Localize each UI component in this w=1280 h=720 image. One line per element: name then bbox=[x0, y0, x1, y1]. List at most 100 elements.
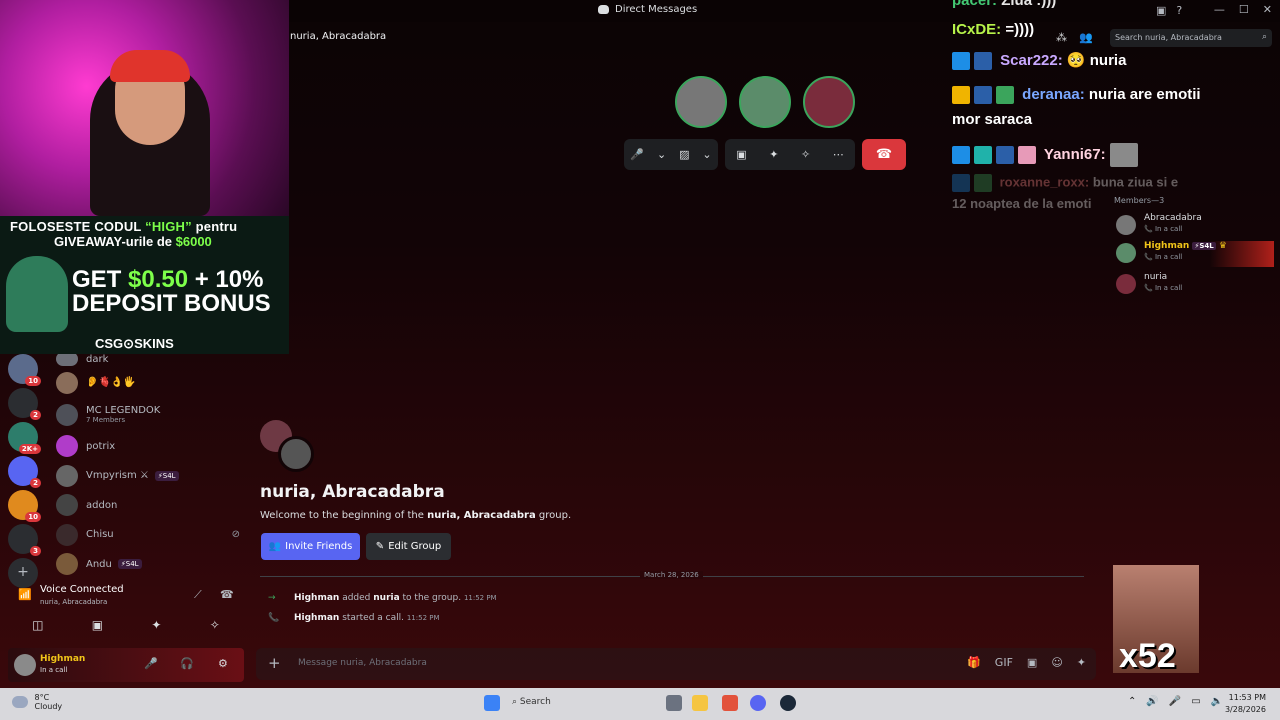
chat-line: roxanne_roxx: buna ziua si e bbox=[952, 174, 1178, 192]
settings-gear-icon[interactable]: ⚙ bbox=[218, 657, 228, 670]
member-item[interactable]: Highman ⚡S4L ♛ 📞 In a call bbox=[1114, 241, 1274, 267]
maximize-button[interactable]: ☐ bbox=[1239, 3, 1249, 16]
taskbar-search[interactable]: ⌕ Search bbox=[512, 697, 551, 707]
message-input[interactable]: Message nuria, Abracadabra bbox=[298, 658, 427, 668]
dm-item[interactable]: 👂🫀👌🖐 bbox=[56, 368, 246, 398]
participant-avatar-highman[interactable] bbox=[739, 76, 791, 128]
message-composer[interactable]: + Message nuria, Abracadabra 🎁 GIF ▣ ☺ ✦ bbox=[256, 648, 1096, 680]
show-hidden-icons-icon[interactable]: ⌃ bbox=[1128, 696, 1136, 707]
gif-icon[interactable]: GIF bbox=[995, 656, 1013, 669]
message-actor[interactable]: Highman bbox=[294, 593, 339, 603]
camera-off-icon[interactable]: ▨ bbox=[679, 148, 689, 161]
camera-options-chevron-icon[interactable]: ⌄ bbox=[702, 148, 711, 161]
call-actions: ▣ ✦ ✧ ⋯ bbox=[725, 139, 855, 170]
soundboard-icon[interactable]: ✧ bbox=[210, 618, 220, 632]
participant-avatar-abracadabra[interactable] bbox=[675, 76, 727, 128]
server-badge: 2 bbox=[30, 478, 41, 488]
member-name: Highman ⚡S4L ♛ bbox=[1144, 241, 1227, 251]
apps-icon[interactable]: ✦ bbox=[1077, 656, 1086, 669]
weather-widget[interactable]: 8°C Cloudy bbox=[12, 693, 62, 711]
invite-friends-button[interactable]: 👥 Invite Friends bbox=[261, 533, 360, 560]
dm-item[interactable]: Chisu ⊘ bbox=[56, 520, 246, 550]
speaker-icon[interactable]: 🔈 bbox=[1211, 696, 1223, 707]
activities-icon[interactable]: ✦ bbox=[151, 618, 161, 632]
server-icon[interactable]: 10 bbox=[8, 490, 41, 522]
divider-date: March 28, 2026 bbox=[640, 571, 703, 579]
avatar bbox=[1116, 274, 1136, 294]
inbox-icon[interactable]: ▣ bbox=[1156, 4, 1166, 17]
avatar bbox=[56, 553, 78, 576]
members-icon[interactable]: 👥 bbox=[1079, 31, 1093, 44]
avatar[interactable] bbox=[14, 654, 36, 676]
mic-options-chevron-icon[interactable]: ⌄ bbox=[657, 148, 666, 161]
camera-icon[interactable]: ◫ bbox=[32, 618, 43, 632]
member-tag: ⚡S4L bbox=[1192, 242, 1216, 250]
user-panel: Highman In a call 🎤 🎧 ⚙ bbox=[8, 648, 244, 682]
disconnect-icon[interactable]: ☎ bbox=[220, 588, 234, 601]
screen-share-icon[interactable]: ▣ bbox=[92, 618, 103, 632]
window-controls: — ☐ ✕ bbox=[1214, 3, 1272, 16]
chat-line: pacer: Ziua :))) bbox=[952, 0, 1056, 9]
minimize-button[interactable]: — bbox=[1214, 3, 1225, 16]
participant-avatar-nuria[interactable] bbox=[803, 76, 855, 128]
search-placeholder: Search nuria, Abracadabra bbox=[1115, 33, 1222, 42]
dm-name-block: MC LEGENDOK 7 Members bbox=[86, 405, 160, 424]
server-icon[interactable]: 2 bbox=[8, 456, 41, 488]
server-icon[interactable]: 3 bbox=[8, 524, 41, 556]
mic-icon[interactable]: 🎤 bbox=[144, 657, 158, 670]
message-text: started a call. bbox=[339, 613, 404, 623]
steam-icon[interactable] bbox=[780, 695, 796, 711]
message-actor[interactable]: Highman bbox=[294, 613, 339, 623]
add-friend-icon: 👥 bbox=[268, 541, 282, 552]
disconnect-call-button[interactable]: ☎ bbox=[862, 139, 906, 170]
dm-tag: ⚡S4L bbox=[117, 559, 142, 570]
brave-browser-icon[interactable] bbox=[722, 695, 738, 711]
members-header: Members—3 bbox=[1114, 196, 1165, 205]
file-explorer-icon[interactable] bbox=[692, 695, 708, 711]
taskbar-clock[interactable]: 11:53 PM 3/28/2026 bbox=[1225, 692, 1266, 716]
help-icon[interactable]: ? bbox=[1176, 4, 1182, 17]
server-icon[interactable]: 2 bbox=[8, 388, 41, 420]
search-input[interactable]: Search nuria, Abracadabra ⌕ bbox=[1110, 29, 1272, 47]
noise-suppression-icon[interactable]: ⟋ bbox=[194, 588, 202, 602]
soundboard-icon[interactable]: ✧ bbox=[801, 148, 810, 161]
microphone-icon[interactable]: 🎤 bbox=[1169, 696, 1181, 707]
chat-message: nuria are emotii bbox=[1088, 86, 1201, 103]
dm-item[interactable]: MC LEGENDOK 7 Members bbox=[56, 398, 246, 432]
start-icon[interactable] bbox=[484, 695, 500, 711]
emoji-icon[interactable]: ☺ bbox=[1051, 656, 1062, 669]
gift-icon[interactable]: 🎁 bbox=[967, 656, 981, 669]
display-icon[interactable]: ▭ bbox=[1191, 696, 1200, 707]
server-badge: 10 bbox=[25, 376, 41, 386]
add-member-icon[interactable]: ⁂ bbox=[1056, 31, 1067, 44]
server-icon[interactable]: 10 bbox=[8, 354, 41, 386]
system-message: → Highman added nuria to the group. 11:52… bbox=[268, 593, 497, 603]
avatar bbox=[56, 435, 78, 458]
dm-item[interactable]: addon bbox=[56, 491, 246, 521]
screen-share-icon[interactable]: ▣ bbox=[736, 148, 746, 161]
dm-item[interactable]: Andu ⚡S4L bbox=[56, 550, 246, 580]
close-button[interactable]: ✕ bbox=[1263, 3, 1272, 16]
task-view-icon[interactable] bbox=[666, 695, 682, 711]
dm-name: addon bbox=[86, 499, 118, 511]
sticker-icon[interactable]: ▣ bbox=[1027, 656, 1037, 669]
pencil-icon: ✎ bbox=[375, 541, 385, 552]
edit-group-button[interactable]: ✎ Edit Group bbox=[366, 533, 451, 560]
message-target[interactable]: nuria bbox=[373, 593, 399, 603]
activities-icon[interactable]: ✦ bbox=[769, 148, 778, 161]
server-icon[interactable]: 2K+ bbox=[8, 422, 41, 454]
dm-item[interactable]: Vmpyrism ⚔ ⚡S4L bbox=[56, 461, 246, 491]
headphones-icon[interactable]: 🎧 bbox=[180, 657, 194, 670]
signal-icon[interactable]: 📶 bbox=[18, 588, 32, 601]
member-item[interactable]: Abracadabra 📞 In a call bbox=[1114, 213, 1274, 239]
dm-item[interactable]: potrix bbox=[56, 432, 246, 462]
attach-plus-icon[interactable]: + bbox=[268, 654, 281, 672]
chat-message: mor saraca bbox=[952, 111, 1033, 128]
chat-user: Scar222: bbox=[1000, 52, 1063, 69]
mic-icon[interactable]: 🎤 bbox=[630, 148, 644, 161]
more-options-icon[interactable]: ⋯ bbox=[833, 148, 844, 161]
volume-icon[interactable]: 🔊 bbox=[1146, 696, 1158, 707]
member-item[interactable]: nuria 📞 In a call bbox=[1114, 272, 1274, 298]
discord-app-icon[interactable] bbox=[750, 695, 766, 711]
voice-channel[interactable]: nuria, Abracadabra bbox=[40, 598, 107, 606]
